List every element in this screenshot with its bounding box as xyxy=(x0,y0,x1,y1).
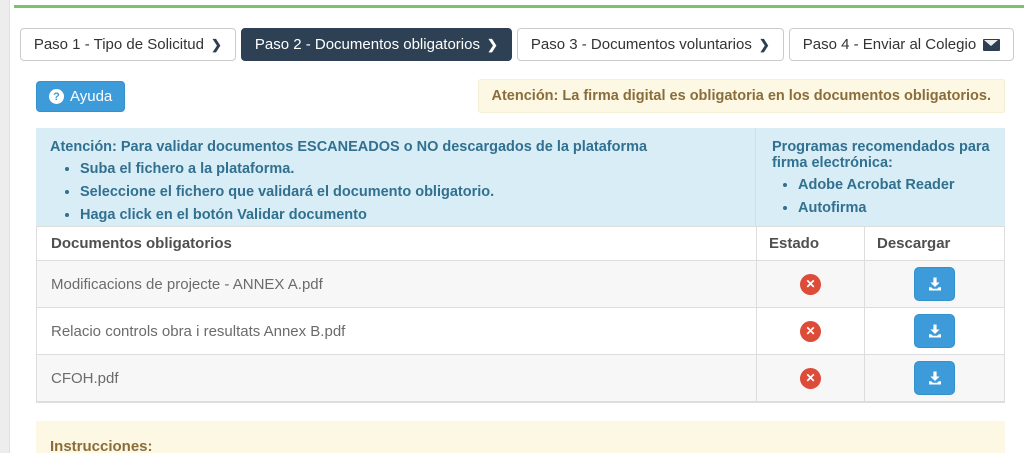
times-circle-icon: ✕ xyxy=(800,368,821,389)
times-circle-icon: ✕ xyxy=(800,321,821,342)
mandatory-documents-table: Documentos obligatorios Estado Descargar… xyxy=(36,226,1005,403)
instructions-title: Instrucciones: xyxy=(50,438,153,453)
status-cell: ✕ xyxy=(756,308,864,354)
validation-instructions-title: Atención: Para validar documentos ESCANE… xyxy=(50,139,741,155)
recommended-programs-title: Programas recomendados para firma electr… xyxy=(772,139,991,171)
download-cell xyxy=(864,355,1004,401)
step-nav: Paso 1 - Tipo de Solicitud ❯ Paso 2 - Do… xyxy=(10,28,1024,61)
document-name: CFOH.pdf xyxy=(37,355,756,401)
page-left-gutter xyxy=(0,0,10,453)
digital-signature-warning: Atención: La firma digital es obligatori… xyxy=(478,79,1006,113)
step-4-label: Paso 4 - Enviar al Colegio xyxy=(803,29,976,60)
column-header-download: Descargar xyxy=(864,227,1004,260)
validation-instructions: Atención: Para validar documentos ESCANE… xyxy=(36,128,755,226)
step-2-button[interactable]: Paso 2 - Documentos obligatorios ❯ xyxy=(241,28,512,61)
help-button[interactable]: ? Ayuda xyxy=(36,81,125,112)
list-item: Seleccione el fichero que validará el do… xyxy=(80,182,741,202)
step-1-button[interactable]: Paso 1 - Tipo de Solicitud ❯ xyxy=(20,28,236,61)
question-circle-icon: ? xyxy=(49,89,64,104)
recommended-programs: Programas recomendados para firma electr… xyxy=(755,128,1005,226)
download-icon xyxy=(927,276,943,292)
chevron-right-icon: ❯ xyxy=(211,29,222,60)
document-name: Modificacions de projecte - ANNEX A.pdf xyxy=(37,261,756,307)
step-3-button[interactable]: Paso 3 - Documentos voluntarios ❯ xyxy=(517,28,784,61)
validation-info-panel: Atención: Para validar documentos ESCANE… xyxy=(36,128,1005,226)
table-row: Relacio controls obra i resultats Annex … xyxy=(37,308,1004,355)
chevron-right-icon: ❯ xyxy=(487,29,498,60)
download-cell xyxy=(864,261,1004,307)
instructions-panel: Instrucciones: xyxy=(36,421,1005,453)
step-4-button[interactable]: Paso 4 - Enviar al Colegio xyxy=(789,28,1014,61)
list-item: Suba el fichero a la plataforma. xyxy=(80,159,741,179)
top-accent-line xyxy=(14,5,1024,8)
times-circle-icon: ✕ xyxy=(800,274,821,295)
download-icon xyxy=(927,370,943,386)
step-1-label: Paso 1 - Tipo de Solicitud xyxy=(34,29,204,60)
download-cell xyxy=(864,308,1004,354)
table-row: Modificacions de projecte - ANNEX A.pdf … xyxy=(37,261,1004,308)
document-name: Relacio controls obra i resultats Annex … xyxy=(37,308,756,354)
validation-steps-list: Suba el fichero a la plataforma. Selecci… xyxy=(80,159,741,225)
list-item: Autofirma xyxy=(798,198,991,218)
step-2-label: Paso 2 - Documentos obligatorios xyxy=(255,29,480,60)
list-item: Haga click en el botón Validar documento xyxy=(80,205,741,225)
status-cell: ✕ xyxy=(756,355,864,401)
status-cell: ✕ xyxy=(756,261,864,307)
envelope-icon xyxy=(983,39,1000,51)
recommended-programs-list: Adobe Acrobat Reader Autofirma xyxy=(798,175,991,218)
table-row: CFOH.pdf ✕ xyxy=(37,355,1004,402)
download-button[interactable] xyxy=(914,314,955,348)
download-icon xyxy=(927,323,943,339)
help-button-label: Ayuda xyxy=(70,88,112,105)
download-button[interactable] xyxy=(914,361,955,395)
table-header-row: Documentos obligatorios Estado Descargar xyxy=(37,227,1004,261)
column-header-status: Estado xyxy=(756,227,864,260)
download-button[interactable] xyxy=(914,267,955,301)
chevron-right-icon: ❯ xyxy=(759,29,770,60)
column-header-documents: Documentos obligatorios xyxy=(37,227,756,260)
list-item: Adobe Acrobat Reader xyxy=(798,175,991,195)
step-3-label: Paso 3 - Documentos voluntarios xyxy=(531,29,752,60)
